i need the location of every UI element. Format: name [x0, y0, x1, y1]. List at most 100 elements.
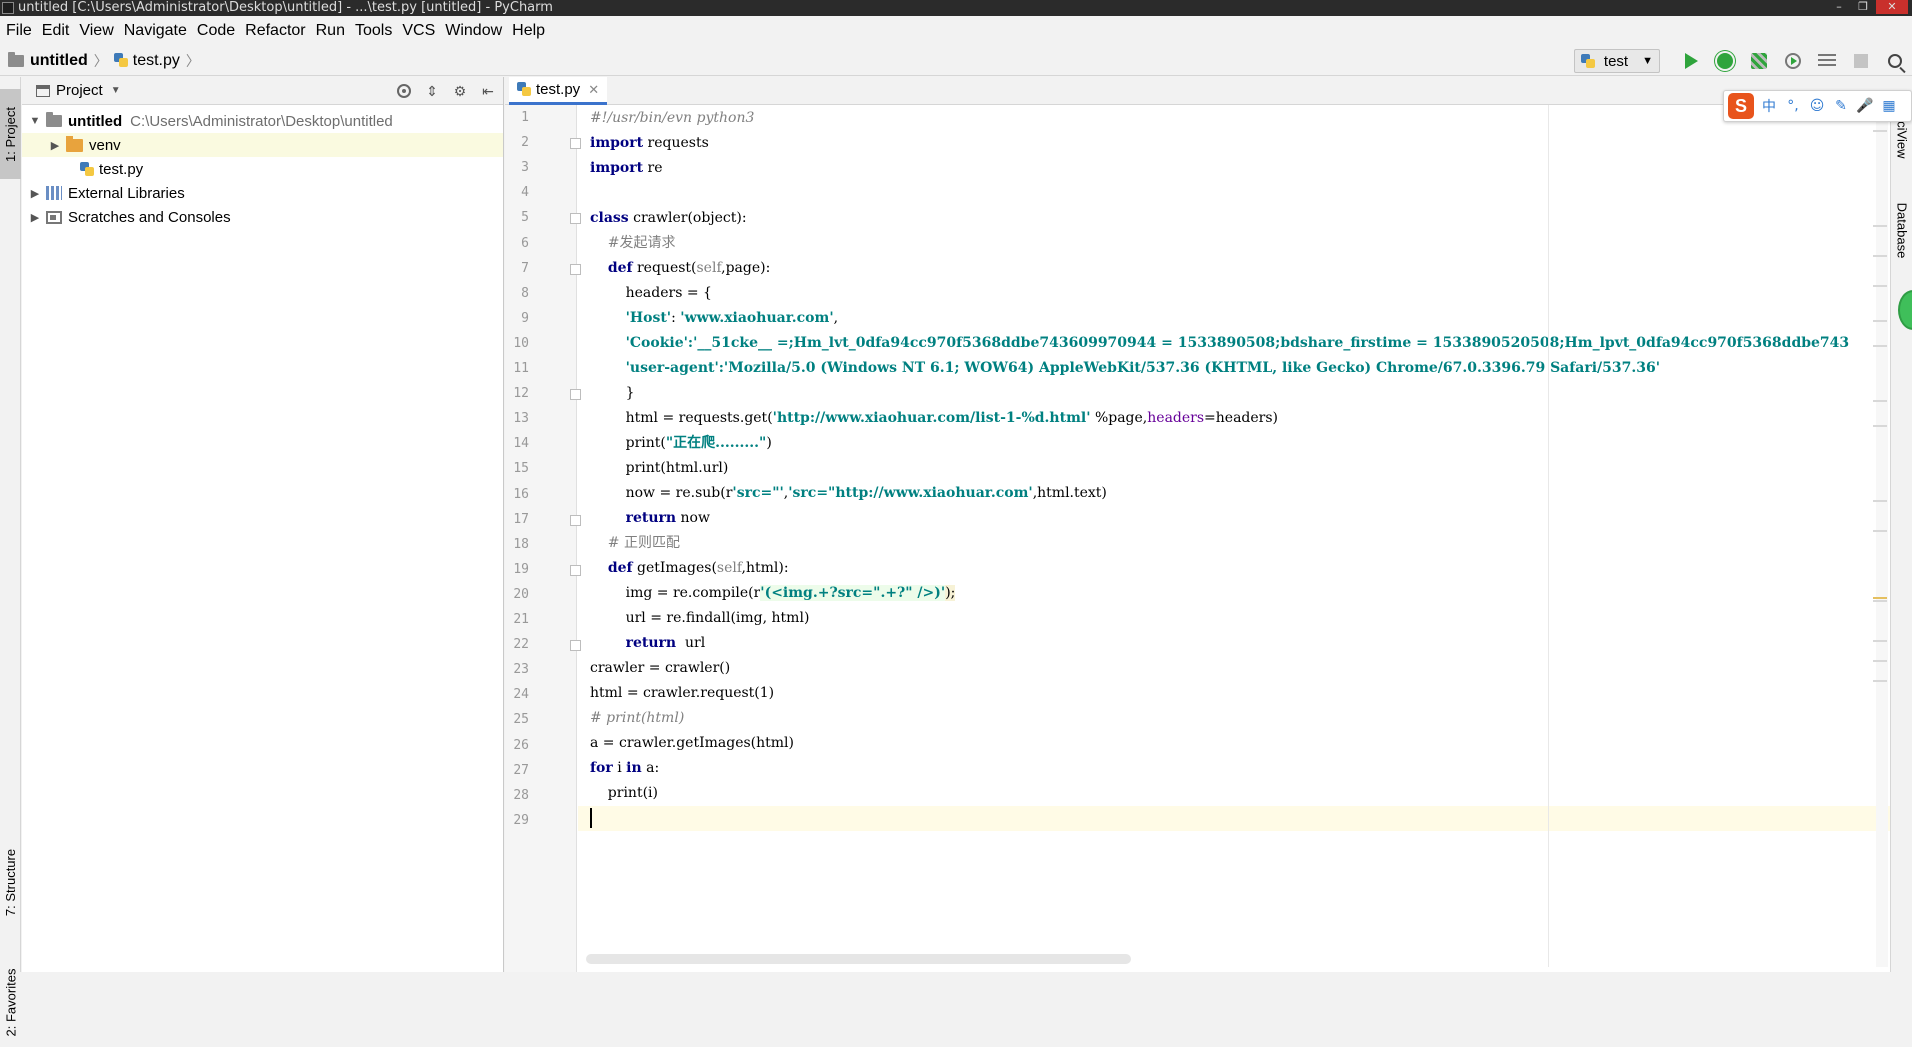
code-text: url = re.findall(img, html)	[590, 610, 810, 626]
line-number: 24	[513, 687, 529, 703]
editor-tab-test-py[interactable]: test.py ✕	[509, 77, 608, 105]
library-icon	[46, 186, 62, 200]
tree-item-venv[interactable]: ▶ venv	[22, 133, 503, 157]
tool-tab-favorites-label: 2: Favorites	[3, 968, 19, 1036]
menu-code[interactable]: Code	[193, 22, 241, 40]
left-tool-strip: 1: Project 7: Structure 2: Favorites	[0, 77, 21, 1036]
profile-button[interactable]	[1776, 47, 1810, 75]
collapse-all-button[interactable]: ⇕	[423, 82, 441, 100]
tree-item-untitled[interactable]: ▼ untitled C:\Users\Administrator\Deskto…	[22, 109, 503, 133]
close-window-button[interactable]: ✕	[1876, 0, 1908, 14]
chevron-right-icon[interactable]: ▶	[48, 139, 62, 152]
stripe-mark[interactable]	[1873, 400, 1887, 402]
code-line: html = requests.get('http://www.xiaohuar…	[578, 406, 1278, 431]
code-text: }	[590, 385, 635, 401]
line-number: 5	[521, 210, 529, 226]
horizontal-scrollbar[interactable]	[586, 954, 1131, 964]
chevron-down-icon[interactable]: ▼	[28, 115, 42, 127]
tree-item-test-py[interactable]: test.py	[22, 157, 503, 181]
run-configuration-select[interactable]: test ▼	[1573, 49, 1660, 73]
scroll-from-source-button[interactable]	[395, 82, 413, 100]
stripe-mark[interactable]	[1873, 680, 1887, 682]
stripe-mark[interactable]	[1873, 285, 1887, 287]
code-text: html = crawler.request(1)	[590, 685, 775, 701]
warning-stripe-mark[interactable]	[1873, 597, 1887, 599]
menu-run[interactable]: Run	[312, 22, 351, 40]
menu-help[interactable]: Help	[508, 22, 551, 40]
stop-button[interactable]	[1844, 47, 1878, 75]
sogou-ime-icon[interactable]: S	[1728, 93, 1754, 119]
code-keyword: return	[625, 635, 677, 651]
menu-file[interactable]: File	[2, 22, 38, 40]
menu-edit[interactable]: Edit	[38, 22, 76, 40]
chevron-right-icon: 〉	[93, 52, 108, 69]
search-everywhere-button[interactable]	[1878, 47, 1912, 75]
stop-icon	[1854, 54, 1868, 68]
ime-handwrite-icon[interactable]: ✎	[1832, 98, 1850, 114]
folder-icon	[46, 112, 62, 127]
debug-button[interactable]	[1708, 47, 1742, 75]
chevron-right-icon[interactable]: ▶	[28, 211, 42, 224]
tool-tab-structure[interactable]: 7: Structure	[0, 832, 21, 932]
code-text: img = re.compile(r	[590, 585, 761, 601]
project-panel-title[interactable]: Project	[56, 82, 103, 99]
maximize-button[interactable]: ❐	[1852, 0, 1874, 14]
tool-tab-database[interactable]: Database	[1891, 185, 1912, 275]
stripe-mark[interactable]	[1873, 225, 1887, 227]
stripe-mark[interactable]	[1873, 530, 1887, 532]
code-text: =headers)	[1204, 410, 1279, 426]
stripe-mark[interactable]	[1873, 320, 1887, 322]
run-button[interactable]	[1674, 47, 1708, 75]
code-line: return now	[578, 506, 710, 531]
chevron-down-icon[interactable]: ▼	[111, 85, 121, 96]
settings-button[interactable]: ⚙	[451, 82, 469, 100]
ime-emoji-icon[interactable]: ☺	[1808, 98, 1826, 114]
stripe-mark[interactable]	[1873, 130, 1887, 132]
pycharm-app-icon	[2, 2, 14, 14]
line-number: 7	[521, 260, 529, 276]
menu-tools[interactable]: Tools	[351, 22, 398, 40]
ime-punctuation-icon[interactable]: °,	[1784, 98, 1802, 114]
ime-voice-icon[interactable]: 🎤	[1856, 98, 1874, 114]
breadcrumb-file[interactable]: test.py	[133, 52, 180, 70]
code-text: crawler = crawler()	[590, 660, 731, 676]
stripe-mark[interactable]	[1873, 660, 1887, 662]
stripe-mark[interactable]	[1873, 425, 1887, 427]
tree-item-scratches[interactable]: ▶ Scratches and Consoles	[22, 205, 503, 229]
vertical-scrollbar[interactable]	[1876, 105, 1888, 967]
stripe-mark[interactable]	[1873, 640, 1887, 642]
stripe-mark[interactable]	[1873, 255, 1887, 257]
tree-item-label: Scratches and Consoles	[68, 208, 231, 226]
menu-view[interactable]: View	[75, 22, 119, 40]
close-icon[interactable]: ✕	[588, 82, 599, 98]
minimize-button[interactable]: –	[1828, 0, 1850, 14]
code-line: #发起请求	[578, 231, 676, 256]
code-text: crawler(object):	[628, 210, 747, 226]
hide-panel-button[interactable]: ⇤	[479, 82, 497, 100]
build-button[interactable]	[1810, 47, 1844, 75]
line-number: 6	[521, 235, 529, 251]
breadcrumb-project[interactable]: untitled	[30, 52, 88, 70]
menu-vcs[interactable]: VCS	[398, 22, 441, 40]
code-editor[interactable]: #!/usr/bin/evn python3 import requests i…	[578, 105, 1900, 972]
tree-item-external-libraries[interactable]: ▶ External Libraries	[22, 181, 503, 205]
stripe-mark[interactable]	[1873, 500, 1887, 502]
tool-tab-favorites[interactable]: 2: Favorites	[0, 957, 21, 1047]
coverage-button[interactable]	[1742, 47, 1776, 75]
target-icon	[397, 84, 411, 98]
stripe-mark[interactable]	[1873, 345, 1887, 347]
ime-toolbox-icon[interactable]: ▦	[1880, 98, 1898, 114]
tool-tab-project[interactable]: 1: Project	[0, 89, 21, 179]
menu-navigate[interactable]: Navigate	[120, 22, 193, 40]
menu-window[interactable]: Window	[441, 22, 508, 40]
chevron-right-icon[interactable]: ▶	[28, 187, 42, 200]
tool-tab-structure-label: 7: Structure	[3, 848, 19, 916]
window-title-bar: untitled [C:\Users\Administrator\Desktop…	[0, 0, 1912, 16]
code-text: print(i)	[590, 785, 658, 801]
stripe-mark[interactable]	[1873, 600, 1887, 602]
ime-chinese-mode[interactable]: 中	[1760, 96, 1778, 116]
menu-refactor[interactable]: Refactor	[241, 22, 311, 40]
line-number: 13	[513, 411, 529, 427]
